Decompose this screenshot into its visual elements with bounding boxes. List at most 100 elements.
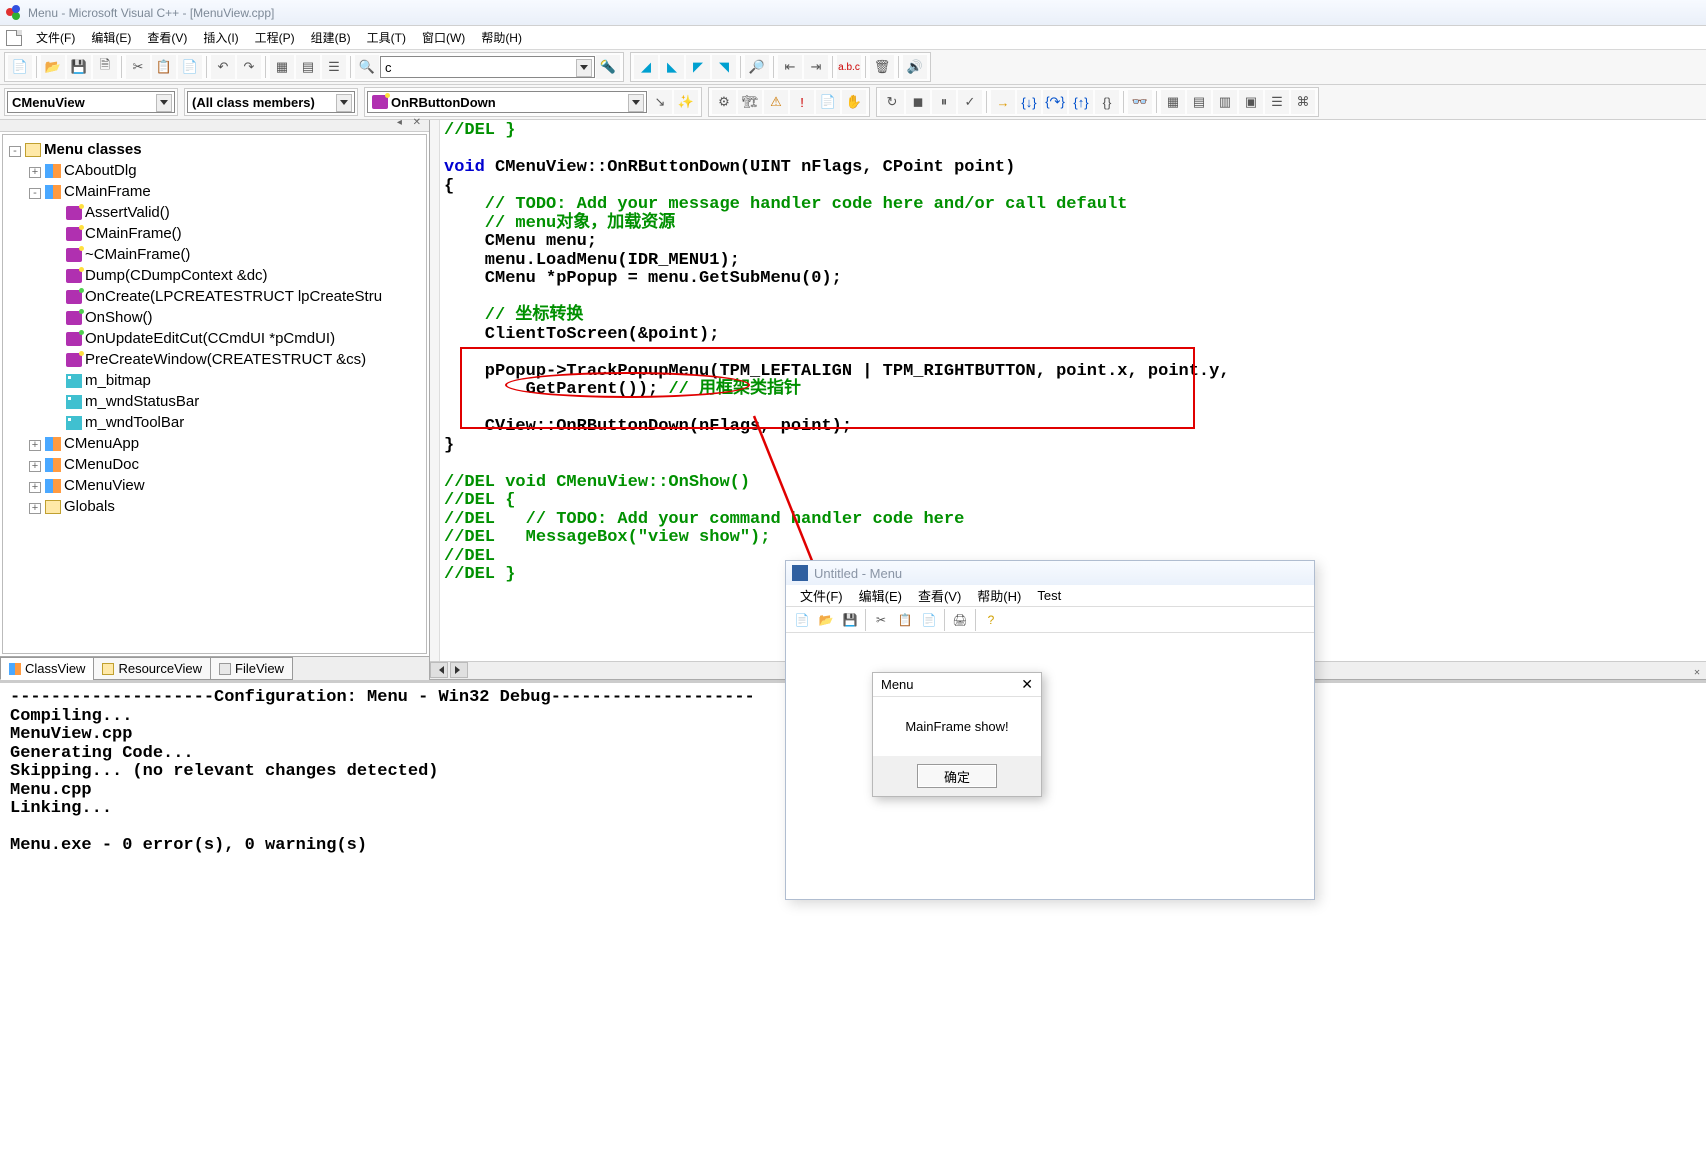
menu-help[interactable]: 帮助(H): [473, 27, 530, 48]
tab-classview[interactable]: ClassView: [0, 657, 94, 680]
tab-fileview[interactable]: FileView: [210, 657, 293, 680]
run-to-cursor-button[interactable]: {}: [1095, 90, 1119, 114]
expand-icon[interactable]: +: [29, 440, 41, 451]
menu-insert[interactable]: 插入(I): [195, 27, 246, 48]
stop-debug-button[interactable]: ◼: [906, 90, 930, 114]
tab-resourceview[interactable]: ResourceView: [93, 657, 211, 680]
child-new-button[interactable]: 📄: [792, 610, 812, 630]
child-copy-button[interactable]: 📋: [895, 610, 915, 630]
tree-item[interactable]: CMenuApp: [64, 435, 139, 452]
step-out-button[interactable]: {↑}: [1069, 90, 1093, 114]
break-all-button[interactable]: ⏸: [932, 90, 956, 114]
copy-button[interactable]: 📋: [152, 55, 176, 79]
child-menu-test[interactable]: Test: [1029, 588, 1069, 603]
dropdown-arrow-icon[interactable]: [336, 94, 352, 112]
sound-button[interactable]: 🔊: [903, 55, 927, 79]
pane-header[interactable]: [0, 120, 429, 132]
child-save-button[interactable]: 💾: [840, 610, 860, 630]
ok-button[interactable]: 确定: [917, 764, 997, 788]
child-title-bar[interactable]: Untitled - Menu: [786, 561, 1314, 585]
menu-view[interactable]: 查看(V): [139, 27, 195, 48]
child-print-button[interactable]: 🖨: [950, 610, 970, 630]
find-combo[interactable]: c: [380, 56, 595, 78]
build-button[interactable]: 🏗: [738, 90, 762, 114]
menu-edit[interactable]: 编辑(E): [83, 27, 139, 48]
apply-code-button[interactable]: ✓: [958, 90, 982, 114]
menu-window[interactable]: 窗口(W): [414, 27, 473, 48]
callstack-button[interactable]: ☰: [1265, 90, 1289, 114]
close-icon[interactable]: ✕: [1021, 676, 1033, 693]
tree-item[interactable]: m_wndStatusBar: [85, 393, 199, 410]
child-app-window[interactable]: Untitled - Menu 文件(F) 编辑(E) 查看(V) 帮助(H) …: [785, 560, 1315, 900]
tree-item[interactable]: PreCreateWindow(CREATESTRUCT &cs): [85, 351, 366, 368]
output-button[interactable]: ▤: [296, 55, 320, 79]
msgbox-title-bar[interactable]: Menu ✕: [873, 673, 1041, 697]
scroll-right-button[interactable]: [450, 662, 468, 678]
expand-icon[interactable]: +: [29, 503, 41, 514]
dropdown-arrow-icon[interactable]: [628, 94, 644, 112]
tree-item[interactable]: AssertValid(): [85, 204, 170, 221]
child-menu-help[interactable]: 帮助(H): [969, 586, 1029, 605]
window-list-button[interactable]: ☰: [322, 55, 346, 79]
tree-item[interactable]: ~CMainFrame(): [85, 246, 190, 263]
tree-item[interactable]: Globals: [64, 498, 115, 515]
collapse-icon[interactable]: -: [29, 188, 41, 199]
child-open-button[interactable]: 📂: [816, 610, 836, 630]
expand-icon[interactable]: +: [29, 167, 41, 178]
document-icon[interactable]: [6, 30, 22, 46]
new-doc-button[interactable]: 📄: [8, 55, 32, 79]
child-client-area[interactable]: [786, 633, 1314, 899]
bookmark-next-button[interactable]: ◣: [660, 55, 684, 79]
registers-button[interactable]: ▥: [1213, 90, 1237, 114]
child-menu-view[interactable]: 查看(V): [910, 586, 969, 605]
scroll-left-button[interactable]: [430, 662, 448, 678]
child-paste-button[interactable]: 📄: [919, 610, 939, 630]
menu-tools[interactable]: 工具(T): [359, 27, 414, 48]
redo-button[interactable]: ↷: [237, 55, 261, 79]
disasm-button[interactable]: ⌘: [1291, 90, 1315, 114]
expand-icon[interactable]: +: [29, 482, 41, 493]
go-to-button[interactable]: ↘: [648, 90, 672, 114]
cut-button[interactable]: ✂: [126, 55, 150, 79]
menu-build[interactable]: 组建(B): [303, 27, 359, 48]
open-button[interactable]: 📂: [41, 55, 65, 79]
collapse-icon[interactable]: -: [9, 146, 21, 157]
stop-build-button[interactable]: ⚠: [764, 90, 788, 114]
child-menu-edit[interactable]: 编辑(E): [851, 586, 910, 605]
pane-close-icon[interactable]: ✕: [1694, 665, 1700, 684]
bookmark-prev-button[interactable]: ◤: [686, 55, 710, 79]
find-in-files-button[interactable]: 🔎: [745, 55, 769, 79]
menu-project[interactable]: 工程(P): [247, 27, 303, 48]
child-menu-file[interactable]: 文件(F): [792, 586, 851, 605]
undo-button[interactable]: ↶: [211, 55, 235, 79]
tree-item[interactable]: CAboutDlg: [64, 162, 137, 179]
bookmark-toggle-button[interactable]: ◢: [634, 55, 658, 79]
delete-button[interactable]: 🗑: [870, 55, 894, 79]
child-cut-button[interactable]: ✂: [871, 610, 891, 630]
go-button[interactable]: 📄: [816, 90, 840, 114]
tree-item[interactable]: CMainFrame: [64, 183, 151, 200]
wizard-button[interactable]: ✨: [674, 90, 698, 114]
workspace-button[interactable]: ▦: [270, 55, 294, 79]
expand-icon[interactable]: +: [29, 461, 41, 472]
restart-button[interactable]: ↻: [880, 90, 904, 114]
tree-item[interactable]: m_wndToolBar: [85, 414, 184, 431]
tree-item[interactable]: OnUpdateEditCut(CCmdUI *pCmdUI): [85, 330, 335, 347]
paste-button[interactable]: 📄: [178, 55, 202, 79]
quickwatch-button[interactable]: 👓: [1128, 90, 1152, 114]
step-over-button[interactable]: {↷}: [1043, 90, 1067, 114]
dropdown-arrow-icon[interactable]: [576, 59, 592, 77]
toggle-ws-button[interactable]: a.b.c: [837, 55, 861, 79]
find-button[interactable]: 🔦: [596, 55, 620, 79]
save-all-button[interactable]: 🗎: [93, 55, 117, 79]
tree-item[interactable]: CMenuView: [64, 477, 145, 494]
tree-item[interactable]: OnShow(): [85, 309, 153, 326]
tree-item[interactable]: CMainFrame(): [85, 225, 182, 242]
tree-item[interactable]: OnCreate(LPCREATESTRUCT lpCreateStru: [85, 288, 382, 305]
compile-button[interactable]: ⚙: [712, 90, 736, 114]
bookmark-clear-button[interactable]: ◥: [712, 55, 736, 79]
member-combo[interactable]: OnRButtonDown: [367, 91, 647, 113]
show-next-button[interactable]: →: [991, 90, 1015, 114]
tree-root[interactable]: Menu classes: [44, 141, 142, 158]
tree-item[interactable]: CMenuDoc: [64, 456, 139, 473]
